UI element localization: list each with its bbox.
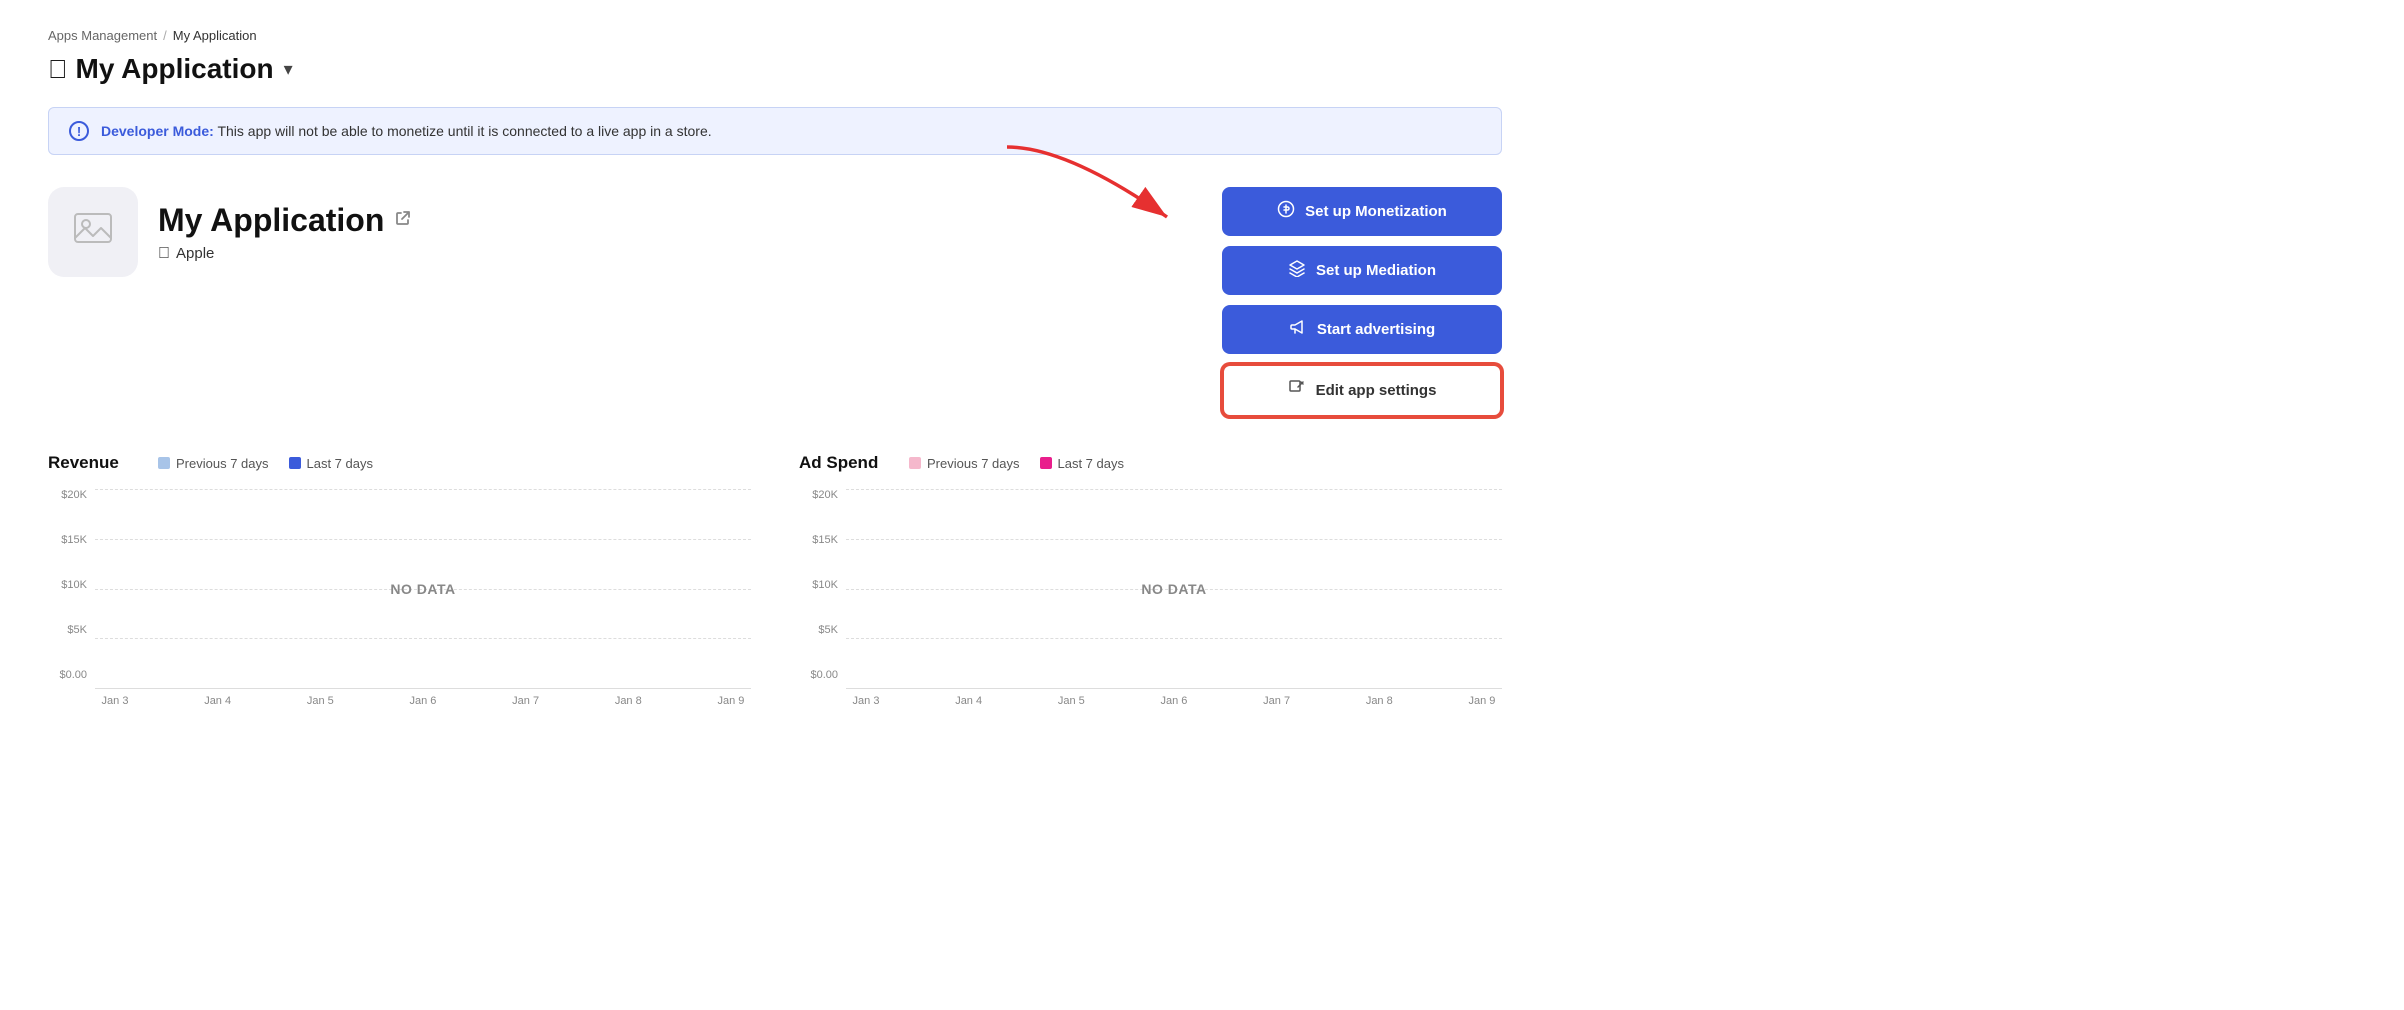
revenue-legend-prev: Previous 7 days <box>158 456 269 471</box>
revenue-no-data: NO DATA <box>390 581 455 597</box>
revenue-x-axis: Jan 3 Jan 4 Jan 5 Jan 6 Jan 7 Jan 8 Jan … <box>95 689 751 707</box>
adspend-y-0: $0.00 <box>800 669 838 681</box>
adspend-grid-0 <box>846 489 1502 490</box>
revenue-grid-25 <box>95 539 751 540</box>
revenue-y-20k: $20K <box>49 489 87 501</box>
adspend-x-jan8: Jan 8 <box>1359 695 1399 707</box>
page-title-row:  My Application ▾ <box>48 53 1502 85</box>
adspend-chart-plot: NO DATA <box>846 489 1502 689</box>
start-advertising-button[interactable]: Start advertising <box>1222 305 1502 354</box>
adspend-grid-75 <box>846 638 1502 639</box>
apple-platform-icon:  <box>158 245 170 263</box>
adspend-x-jan7: Jan 7 <box>1257 695 1297 707</box>
app-platform: Apple <box>176 245 214 262</box>
adspend-last-label: Last 7 days <box>1058 456 1125 471</box>
adspend-prev-label: Previous 7 days <box>927 456 1020 471</box>
revenue-x-jan5: Jan 5 <box>300 695 340 707</box>
revenue-x-jan3: Jan 3 <box>95 695 135 707</box>
layers-icon <box>1288 259 1306 282</box>
charts-section: Revenue Previous 7 days Last 7 days $20K… <box>48 453 1502 707</box>
adspend-chart: Ad Spend Previous 7 days Last 7 days $20… <box>799 453 1502 707</box>
revenue-y-axis: $20K $15K $10K $5K $0.00 <box>49 489 87 683</box>
revenue-x-jan9: Jan 9 <box>711 695 751 707</box>
app-platform-row:  Apple <box>158 245 412 263</box>
dollar-icon <box>1277 200 1295 223</box>
revenue-legend-last: Last 7 days <box>289 456 374 471</box>
dev-banner-message: This app will not be able to monetize un… <box>217 123 711 139</box>
breadcrumb: Apps Management / My Application <box>48 28 1502 43</box>
app-name: My Application <box>158 202 384 239</box>
app-icon-box <box>48 187 138 277</box>
revenue-x-jan6: Jan 6 <box>403 695 443 707</box>
adspend-x-jan5: Jan 5 <box>1051 695 1091 707</box>
breadcrumb-current: My Application <box>173 28 257 43</box>
revenue-chart: Revenue Previous 7 days Last 7 days $20K… <box>48 453 751 707</box>
dev-banner-text: Developer Mode: This app will not be abl… <box>101 123 712 139</box>
app-name-block: My Application  Apple <box>158 202 412 263</box>
external-link-icon[interactable] <box>394 209 412 232</box>
revenue-y-15k: $15K <box>49 534 87 546</box>
revenue-prev-label: Previous 7 days <box>176 456 269 471</box>
adspend-grid-25 <box>846 539 1502 540</box>
adspend-chart-header: Ad Spend Previous 7 days Last 7 days <box>799 453 1502 473</box>
revenue-prev-dot <box>158 457 170 469</box>
revenue-chart-header: Revenue Previous 7 days Last 7 days <box>48 453 751 473</box>
adspend-x-jan9: Jan 9 <box>1462 695 1502 707</box>
revenue-x-jan7: Jan 7 <box>506 695 546 707</box>
adspend-x-jan6: Jan 6 <box>1154 695 1194 707</box>
adspend-x-jan3: Jan 3 <box>846 695 886 707</box>
edit-app-settings-button[interactable]: Edit app settings <box>1222 364 1502 417</box>
info-icon: ! <box>69 121 89 141</box>
breadcrumb-separator: / <box>163 28 167 43</box>
adspend-y-15k: $15K <box>800 534 838 546</box>
adspend-x-jan4: Jan 4 <box>949 695 989 707</box>
adspend-y-20k: $20K <box>800 489 838 501</box>
adspend-y-5k: $5K <box>800 624 838 636</box>
adspend-last-dot <box>1040 457 1052 469</box>
revenue-chart-plot: NO DATA <box>95 489 751 689</box>
revenue-x-jan8: Jan 8 <box>608 695 648 707</box>
apple-logo-icon:  <box>48 54 68 85</box>
adspend-legend-prev: Previous 7 days <box>909 456 1020 471</box>
adspend-x-axis: Jan 3 Jan 4 Jan 5 Jan 6 Jan 7 Jan 8 Jan … <box>846 689 1502 707</box>
adspend-chart-area: $20K $15K $10K $5K $0.00 NO DATA Jan 3 J… <box>799 489 1502 707</box>
app-icon-placeholder <box>73 210 113 254</box>
revenue-y-0: $0.00 <box>49 669 87 681</box>
adspend-y-10k: $10K <box>800 579 838 591</box>
adspend-chart-title: Ad Spend <box>799 453 889 473</box>
app-name-row: My Application <box>158 202 412 239</box>
adspend-prev-dot <box>909 457 921 469</box>
revenue-chart-title: Revenue <box>48 453 138 473</box>
setup-mediation-button[interactable]: Set up Mediation <box>1222 246 1502 295</box>
revenue-grid-0 <box>95 489 751 490</box>
action-buttons-area: Set up Monetization Set up Mediation <box>1222 187 1502 417</box>
breadcrumb-parent[interactable]: Apps Management <box>48 28 157 43</box>
app-info: My Application  Apple <box>48 187 412 277</box>
title-chevron-icon[interactable]: ▾ <box>284 59 293 80</box>
revenue-x-jan4: Jan 4 <box>198 695 238 707</box>
setup-monetization-button[interactable]: Set up Monetization <box>1222 187 1502 236</box>
revenue-chart-area: $20K $15K $10K $5K $0.00 NO DATA Jan 3 J… <box>48 489 751 707</box>
dev-mode-banner: ! Developer Mode: This app will not be a… <box>48 107 1502 155</box>
dev-banner-label: Developer Mode: <box>101 123 214 139</box>
adspend-legend-last: Last 7 days <box>1040 456 1125 471</box>
edit-icon <box>1288 379 1306 402</box>
action-buttons: Set up Monetization Set up Mediation <box>1222 187 1502 417</box>
revenue-grid-75 <box>95 638 751 639</box>
adspend-y-axis: $20K $15K $10K $5K $0.00 <box>800 489 838 683</box>
adspend-no-data: NO DATA <box>1141 581 1206 597</box>
page-title: My Application <box>76 53 274 85</box>
revenue-last-dot <box>289 457 301 469</box>
revenue-last-label: Last 7 days <box>307 456 374 471</box>
revenue-y-5k: $5K <box>49 624 87 636</box>
revenue-y-10k: $10K <box>49 579 87 591</box>
megaphone-icon <box>1289 318 1307 341</box>
app-header: My Application  Apple <box>48 187 1502 417</box>
